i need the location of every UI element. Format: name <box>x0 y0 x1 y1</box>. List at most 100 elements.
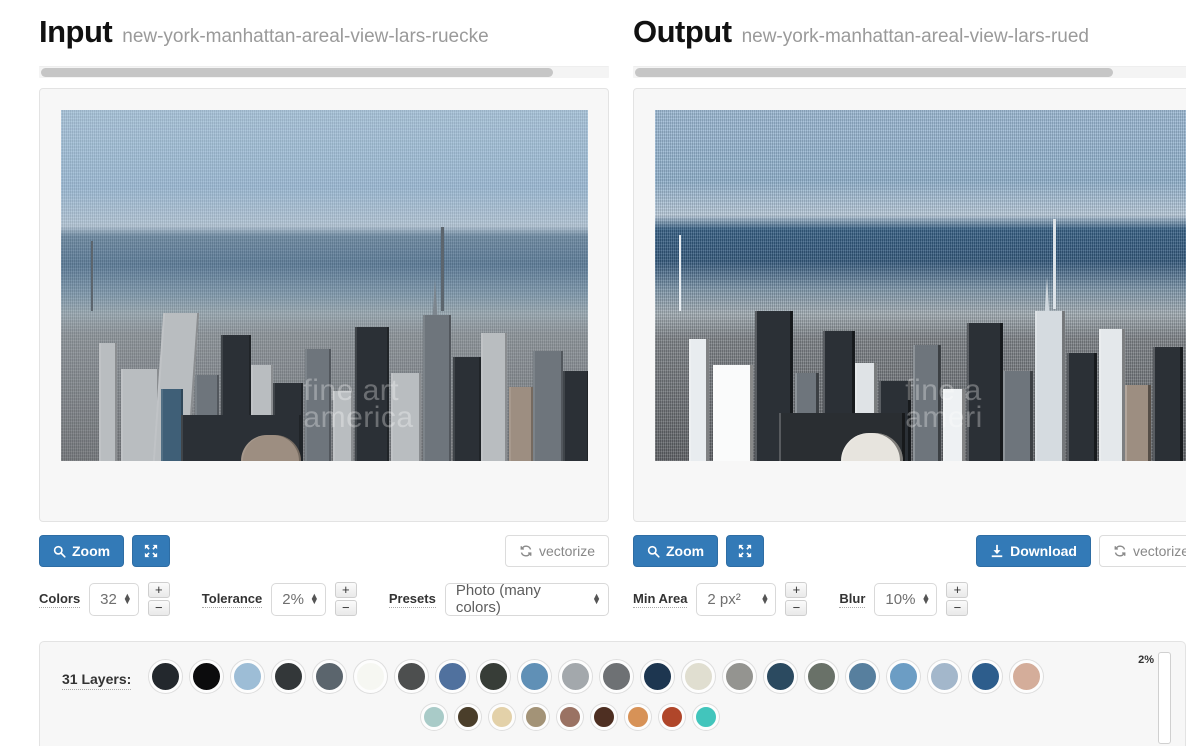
output-panel-title: Output <box>633 14 732 49</box>
layer-swatch[interactable] <box>149 660 183 693</box>
input-panel: Input new-york-manhattan-areal-view-lars… <box>39 0 609 617</box>
input-header-scrollbar-thumb[interactable] <box>41 68 553 77</box>
colors-stepper[interactable]: 32 ▲ ▼ <box>89 582 139 616</box>
tolerance-value: 2% <box>282 590 304 608</box>
output-image[interactable]: fine a ameri <box>655 110 1186 461</box>
output-fullscreen-button[interactable] <box>726 535 765 567</box>
presets-select[interactable]: Photo (many colors) ▲ ▼ <box>444 582 609 616</box>
tolerance-label: Tolerance <box>201 590 263 608</box>
layer-swatch[interactable] <box>557 704 584 730</box>
output-button-bar: Zoom Download vectorize <box>633 535 1186 567</box>
blur-increment-button[interactable]: + <box>946 582 969 598</box>
presets-label: Presets <box>388 590 436 608</box>
min-area-spinner[interactable]: ▲ ▼ <box>761 592 770 606</box>
output-vectorize-button[interactable]: vectorize <box>1098 535 1186 567</box>
layer-swatch[interactable] <box>846 660 880 693</box>
layer-swatch[interactable] <box>477 660 511 693</box>
tolerance-stepper[interactable]: 2% ▲ ▼ <box>271 582 326 616</box>
layer-swatch[interactable] <box>272 660 306 693</box>
output-filename: new-york-manhattan-areal-view-lars-rued <box>741 27 1089 46</box>
layer-swatch[interactable] <box>395 660 429 693</box>
layer-swatch[interactable] <box>693 704 720 730</box>
input-header-scrollbar[interactable] <box>39 66 609 78</box>
input-panel-title: Input <box>39 14 113 49</box>
layer-threshold-value: 2% <box>1138 654 1154 666</box>
spinner-down-icon[interactable]: ▼ <box>123 597 132 606</box>
blur-decrement-button[interactable]: − <box>946 600 969 616</box>
skyline-buildings <box>655 219 1186 461</box>
min-area-stepper[interactable]: 2 px² ▲ ▼ <box>696 582 777 616</box>
layer-swatch[interactable] <box>805 660 839 693</box>
layer-swatch[interactable] <box>313 660 347 693</box>
tolerance-field: Tolerance 2% ▲ ▼ + − <box>201 582 357 616</box>
input-image-frame: fine art america <box>39 88 609 522</box>
input-fullscreen-button[interactable] <box>132 535 171 567</box>
spinner-down-icon[interactable]: ▼ <box>310 597 319 606</box>
input-image[interactable]: fine art america <box>61 110 588 461</box>
layer-swatch[interactable] <box>523 704 550 730</box>
layer-swatch[interactable] <box>455 704 482 730</box>
layer-swatch[interactable] <box>354 660 388 693</box>
layer-swatch[interactable] <box>190 660 224 693</box>
colors-spinner[interactable]: ▲ ▼ <box>123 592 132 606</box>
spinner-down-icon[interactable]: ▼ <box>592 597 601 606</box>
input-zoom-label: Zoom <box>72 543 111 559</box>
blur-field: Blur 10% ▲ ▼ + − <box>839 582 969 616</box>
min-area-value: 2 px² <box>707 590 741 608</box>
output-zoom-label: Zoom <box>666 543 705 559</box>
layer-swatch[interactable] <box>969 660 1003 693</box>
layer-swatch[interactable] <box>600 660 634 693</box>
colors-label: Colors <box>39 590 81 608</box>
layer-swatch[interactable] <box>518 660 552 693</box>
blur-spinner[interactable]: ▲ ▼ <box>921 592 930 606</box>
search-icon <box>647 545 660 558</box>
input-zoom-button[interactable]: Zoom <box>39 535 125 567</box>
layer-swatch[interactable] <box>489 704 516 730</box>
input-panel-header: Input new-york-manhattan-areal-view-lars… <box>39 0 609 62</box>
colors-increment-button[interactable]: + <box>147 582 170 598</box>
output-vectorize-label: vectorize <box>1132 543 1186 559</box>
layer-swatch[interactable] <box>421 704 448 730</box>
layers-panel: 31 Layers: 2% <box>39 641 1186 746</box>
tolerance-spinner[interactable]: ▲ ▼ <box>310 592 319 606</box>
output-header-scrollbar[interactable] <box>633 66 1186 78</box>
layer-swatch[interactable] <box>625 704 652 730</box>
download-button[interactable]: Download <box>976 535 1091 567</box>
blur-stepper[interactable]: 10% ▲ ▼ <box>874 582 938 616</box>
tolerance-decrement-button[interactable]: − <box>334 600 357 616</box>
colors-value: 32 <box>100 590 117 608</box>
layer-swatch[interactable] <box>764 660 798 693</box>
layers-inner: 31 Layers: 2% <box>40 642 1185 744</box>
min-area-decrement-button[interactable]: − <box>785 600 808 616</box>
min-area-label: Min Area <box>633 590 688 608</box>
layer-swatch[interactable] <box>682 660 716 693</box>
colors-field: Colors 32 ▲ ▼ + − <box>39 582 170 616</box>
layer-swatch[interactable] <box>559 660 593 693</box>
layer-swatch[interactable] <box>591 704 618 730</box>
input-vectorize-button[interactable]: vectorize <box>504 535 609 567</box>
spinner-down-icon[interactable]: ▼ <box>921 597 930 606</box>
layer-swatch[interactable] <box>928 660 962 693</box>
output-header-scrollbar-thumb[interactable] <box>635 68 1113 77</box>
layer-threshold-slider-wrap: 2% <box>1138 652 1171 744</box>
tolerance-increment-button[interactable]: + <box>334 582 357 598</box>
layer-threshold-slider[interactable] <box>1158 652 1171 744</box>
output-zoom-button[interactable]: Zoom <box>633 535 719 567</box>
min-area-increment-button[interactable]: + <box>785 582 808 598</box>
layer-swatch[interactable] <box>887 660 921 693</box>
layer-swatch[interactable] <box>436 660 470 693</box>
layer-swatch[interactable] <box>723 660 757 693</box>
layers-count-label: 31 Layers: <box>62 671 132 690</box>
layer-swatch[interactable] <box>231 660 265 693</box>
vectorizer-app: Input new-york-manhattan-areal-view-lars… <box>0 0 1186 746</box>
presets-spinner[interactable]: ▲ ▼ <box>592 592 601 606</box>
layer-swatch[interactable] <box>659 704 686 730</box>
layer-swatch[interactable] <box>1010 660 1044 693</box>
spinner-down-icon[interactable]: ▼ <box>761 597 770 606</box>
presets-value: Photo (many colors) <box>455 582 541 616</box>
refresh-icon <box>1113 544 1127 558</box>
colors-decrement-button[interactable]: − <box>147 600 170 616</box>
output-settings-row: Min Area 2 px² ▲ ▼ + − Blur 10% ▲ ▼ + − <box>633 581 1186 617</box>
panels-container: Input new-york-manhattan-areal-view-lars… <box>0 0 1186 617</box>
layer-swatch[interactable] <box>641 660 675 693</box>
